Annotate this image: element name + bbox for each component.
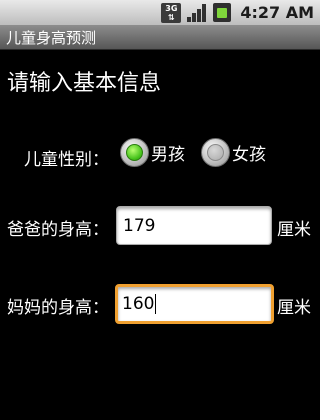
radio-boy-button[interactable] [120, 138, 149, 167]
father-height-value: 179 [123, 215, 156, 236]
status-time: 4:27 AM [240, 3, 314, 22]
mother-height-input[interactable]: 160 [115, 284, 274, 324]
father-height-input[interactable]: 179 [116, 206, 272, 245]
battery-icon [213, 3, 232, 22]
network-3g-icon: 3G ⇅ [161, 2, 182, 23]
radio-boy-label: 男孩 [151, 145, 185, 165]
gender-label: 儿童性别： [24, 150, 109, 170]
text-caret [155, 294, 157, 314]
data-arrows-icon: ⇅ [167, 12, 175, 22]
father-height-label: 爸爸的身高： [7, 220, 109, 240]
mother-height-unit: 厘米 [277, 298, 311, 318]
mother-height-value: 160 [122, 294, 155, 314]
father-height-unit: 厘米 [277, 220, 311, 240]
app-title: 儿童身高预测 [6, 28, 97, 47]
signal-strength-icon [186, 3, 208, 23]
network-type: 3G [165, 3, 178, 13]
radio-boy[interactable]: 男孩 [120, 138, 185, 167]
mother-height-label: 妈妈的身高： [7, 298, 109, 318]
status-bar: 3G ⇅ 4:27 AM [0, 0, 320, 25]
radio-girl[interactable]: 女孩 [201, 138, 266, 167]
radio-girl-button[interactable] [201, 138, 230, 167]
radio-girl-label: 女孩 [232, 145, 266, 165]
app-title-bar: 儿童身高预测 [0, 25, 320, 50]
page-heading: 请输入基本信息 [7, 71, 162, 96]
